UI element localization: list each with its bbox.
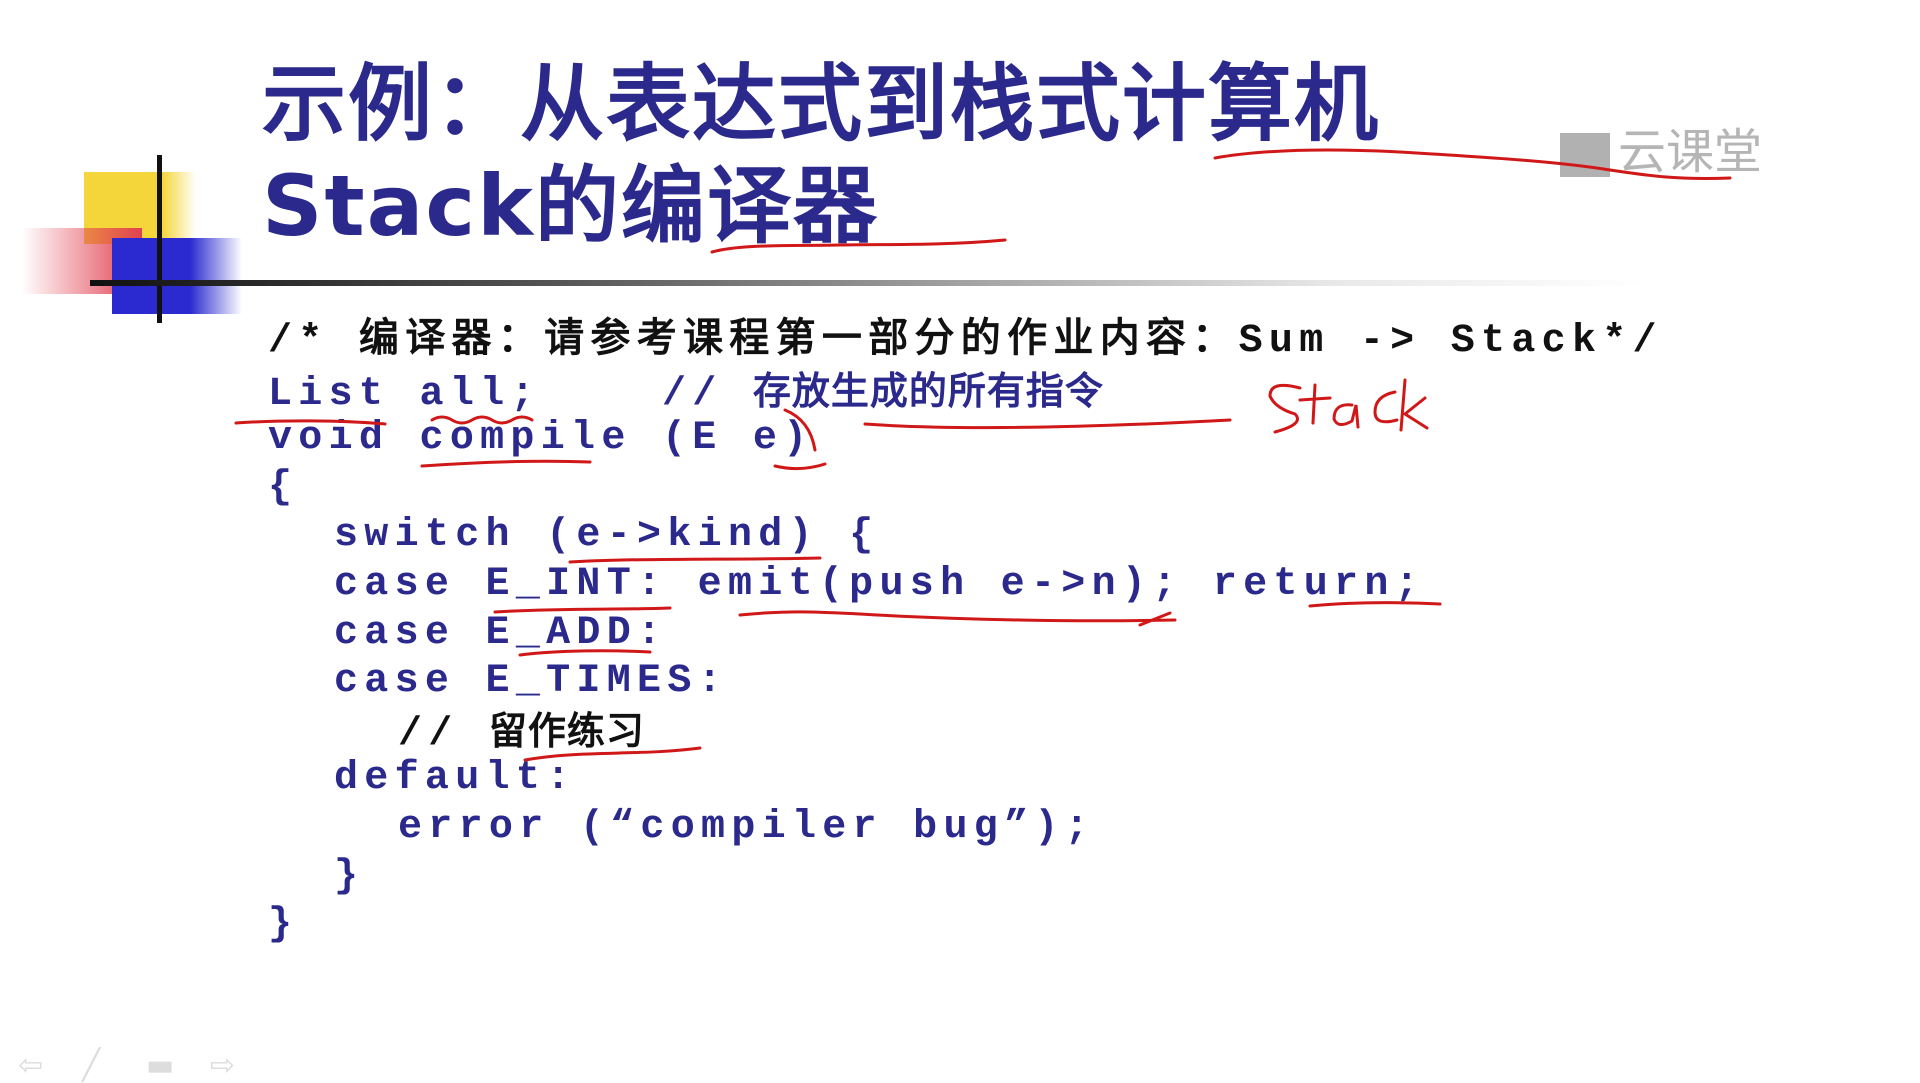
slide-title-line1: 示例：从表达式到栈式计算机: [262, 55, 1381, 153]
code-line: List all; // 存放生成的所有指令: [268, 367, 1663, 417]
decoration-vertical-line: [157, 155, 162, 323]
code-comment-cn: 留作练习: [488, 708, 645, 753]
code-text: }: [268, 902, 299, 948]
arrow-left-icon: ⇦: [18, 1048, 44, 1083]
code-text: error (“compiler bug”);: [398, 804, 1095, 850]
slide-title-line2: Stack的编译器: [262, 157, 879, 255]
code-line: void compile (E e): [268, 415, 1663, 464]
prev-slide-button[interactable]: ⇦: [18, 1048, 43, 1083]
code-block: /* 编译器：请参考课程第一部分的作业内容：Sum -> Stack*/ Lis…: [268, 318, 1663, 950]
code-line: default:: [268, 755, 1663, 804]
next-slide-button[interactable]: ⇨: [210, 1048, 235, 1083]
code-text: List all; //: [268, 371, 753, 417]
code-text: //: [398, 711, 489, 757]
slide-menu-button[interactable]: ▬: [146, 1048, 174, 1083]
pen-icon: ╱: [82, 1048, 101, 1083]
code-line: case E_INT: emit(push e->n); return;: [268, 561, 1663, 610]
code-text: void compile (E e): [268, 416, 814, 462]
code-text: case E_INT: emit(push e->n); return;: [334, 561, 1425, 607]
code-text: }: [334, 853, 365, 899]
pen-tool-button[interactable]: ╱: [82, 1048, 100, 1083]
code-line: switch (e->kind) {: [268, 512, 1663, 561]
decoration-blue-block: [112, 238, 242, 314]
code-text: case E_TIMES:: [334, 659, 728, 705]
code-line: error (“compiler bug”);: [268, 804, 1663, 853]
code-line: {: [268, 464, 1663, 513]
code-comment-line: /* 编译器：请参考课程第一部分的作业内容：Sum -> Stack*/: [268, 318, 1663, 367]
watermark: 云课堂: [1560, 112, 1762, 182]
code-line: case E_TIMES:: [268, 658, 1663, 707]
code-text: switch (e->kind) {: [334, 513, 880, 559]
watermark-logo-icon: [1560, 133, 1610, 177]
menu-icon: ▬: [146, 1048, 175, 1083]
code-line: }: [268, 901, 1663, 950]
code-line: }: [268, 853, 1663, 902]
code-text: case E_ADD:: [334, 610, 668, 656]
code-comment-cn: 存放生成的所有指令: [752, 368, 1104, 413]
title-divider-line: [90, 280, 1650, 286]
watermark-text: 云课堂: [1618, 124, 1763, 180]
code-text: {: [268, 464, 299, 510]
arrow-right-icon: ⇨: [210, 1048, 236, 1083]
code-line: // 留作练习: [268, 707, 1663, 757]
code-line: case E_ADD:: [268, 610, 1663, 659]
code-text: /* 编译器：请参考课程第一部分的作业内容：Sum -> Stack*/: [268, 319, 1663, 364]
code-text: default:: [334, 756, 577, 802]
